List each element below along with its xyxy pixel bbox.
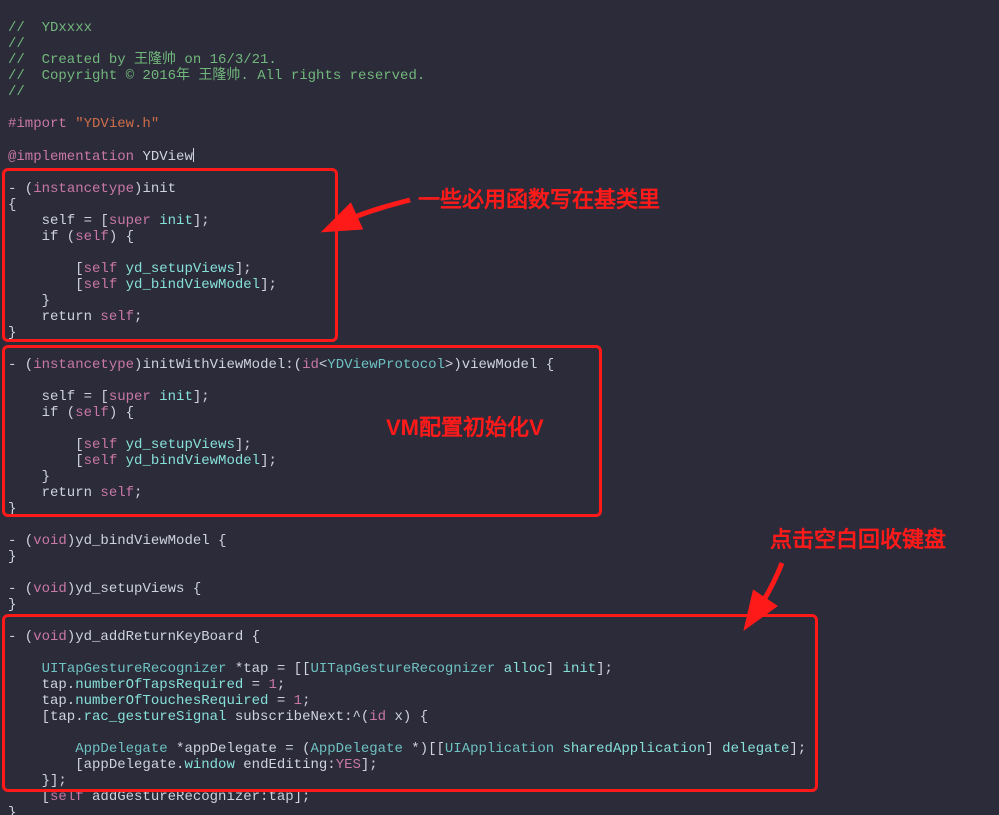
code-editor[interactable]: // YDxxxx // // Created by 王隆帅 on 16/3/2…: [0, 0, 999, 815]
init-sig: - (: [8, 181, 33, 197]
comment-line: // Copyright © 2016年 王隆帅. All rights res…: [8, 68, 425, 84]
import-directive: #import: [8, 116, 67, 132]
comment-line: // Created by 王隆帅 on 16/3/21.: [8, 52, 277, 68]
text-cursor: [193, 148, 194, 162]
import-file: "YDView.h": [75, 116, 159, 132]
comment-line: //: [8, 36, 25, 52]
comment-line: // YDxxxx: [8, 20, 92, 36]
implementation-keyword: @implementation: [8, 149, 134, 165]
implementation-class: YDView: [142, 149, 192, 165]
comment-line: //: [8, 84, 25, 100]
